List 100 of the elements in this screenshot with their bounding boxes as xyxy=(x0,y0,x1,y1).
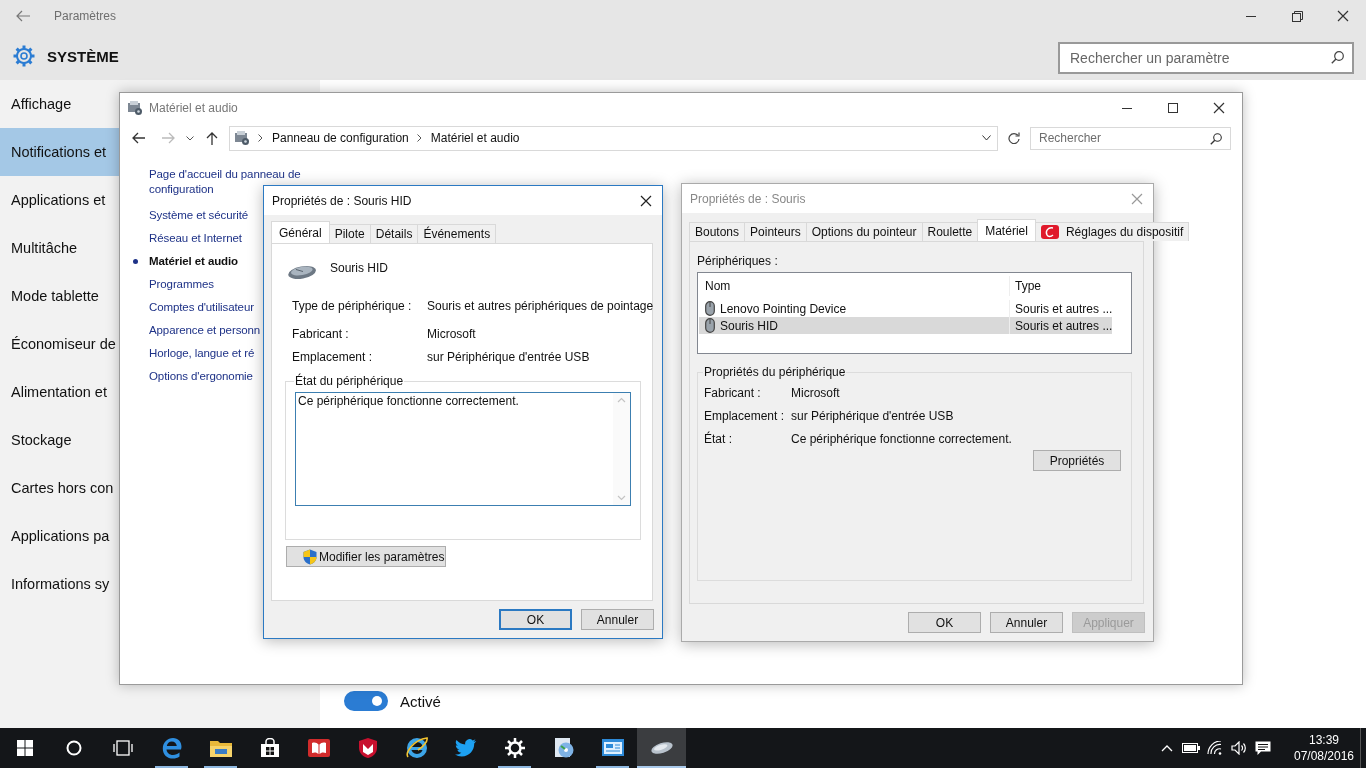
mouse-icon xyxy=(705,301,715,316)
address-bar[interactable]: Panneau de configuration Matériel et audio xyxy=(229,125,998,151)
bird-icon[interactable] xyxy=(454,739,477,757)
chevron-up-icon[interactable] xyxy=(1161,744,1173,752)
search-icon[interactable] xyxy=(1331,51,1344,64)
message-icon[interactable] xyxy=(1255,740,1271,756)
tab[interactable]: Événements xyxy=(417,224,497,243)
dialog-title: Propriétés de : Souris xyxy=(690,191,806,206)
task-view-icon[interactable] xyxy=(112,740,133,756)
search-field[interactable]: Rechercher un paramètre xyxy=(1058,42,1354,74)
property-label: Emplacement : xyxy=(704,408,786,423)
chevron-right-icon xyxy=(258,134,263,142)
section-title: SYSTÈME xyxy=(47,47,119,65)
toggle-label: Activé xyxy=(400,692,441,710)
folder-icon[interactable] xyxy=(208,738,233,758)
property-label: Type de périphérique : xyxy=(292,298,413,313)
breadcrumb-link[interactable]: Panneau de configuration xyxy=(272,131,409,145)
book-icon[interactable] xyxy=(307,738,330,758)
nav-link[interactable]: Horloge, langue et ré xyxy=(149,346,255,361)
sidebar-item[interactable]: Informations sy xyxy=(0,560,119,608)
device-name: Souris HID xyxy=(720,318,778,333)
property-label: Fabricant : xyxy=(292,326,350,341)
sidebar-item[interactable]: Cartes hors con xyxy=(0,464,119,512)
sidebar-item[interactable]: Multitâche xyxy=(0,224,119,272)
maximize-icon[interactable] xyxy=(1168,103,1178,113)
restore-icon[interactable] xyxy=(1291,10,1303,22)
shopping-bag-icon[interactable] xyxy=(259,738,280,758)
wifi-icon[interactable] xyxy=(1207,741,1223,755)
dialog-button[interactable]: Annuler xyxy=(581,609,654,630)
property-value: sur Périphérique d'entrée USB xyxy=(791,408,955,423)
sidebar-item[interactable]: Stockage xyxy=(0,416,119,464)
nav-link[interactable]: Apparence et personn xyxy=(149,323,261,338)
chevron-down-icon[interactable] xyxy=(186,135,194,141)
mouse-icon[interactable] xyxy=(649,741,674,755)
property-value: sur Périphérique d'entrée USB xyxy=(427,349,591,364)
property-label: Fabricant : xyxy=(704,385,762,400)
sidebar-item[interactable]: Applications et xyxy=(0,176,119,224)
close-icon[interactable] xyxy=(640,194,652,207)
time-text: 13:39 xyxy=(1309,732,1339,748)
sidebar-item[interactable]: Alimentation et xyxy=(0,368,119,416)
swirl-icon xyxy=(1040,225,1059,239)
device-name: Lenovo Pointing Device xyxy=(720,301,847,316)
browser-icon[interactable] xyxy=(404,737,429,759)
bullet-icon xyxy=(133,259,138,264)
breadcrumb-link[interactable]: Matériel et audio xyxy=(430,131,520,145)
list-label: Périphériques : xyxy=(697,254,779,268)
sidebar-item[interactable]: Mode tablette xyxy=(0,272,119,320)
browser-icon[interactable] xyxy=(160,737,183,759)
nav-link[interactable]: Programmes xyxy=(149,277,214,292)
windows-icon[interactable] xyxy=(16,740,33,756)
close-icon[interactable] xyxy=(1337,10,1349,22)
sidebar-item[interactable]: Affichage xyxy=(0,80,119,128)
sidebar-item[interactable]: Notifications et xyxy=(0,128,119,176)
disc-icon[interactable] xyxy=(552,737,575,759)
battery-icon[interactable] xyxy=(1182,743,1200,753)
tab[interactable]: Général xyxy=(271,221,330,243)
nav-link[interactable]: Comptes d'utilisateur xyxy=(149,300,254,315)
dialog-button[interactable]: OK xyxy=(499,609,572,630)
mouse-icon xyxy=(705,318,715,333)
property-value: Ce périphérique fonctionne correctement. xyxy=(791,431,1013,446)
search-icon[interactable] xyxy=(1210,132,1222,145)
properties-button[interactable]: Propriétés xyxy=(1033,450,1121,471)
search-icon[interactable] xyxy=(65,740,82,756)
nav-link[interactable]: Réseau et Internet xyxy=(149,231,242,246)
change-settings-button[interactable]: Modifier les paramètres xyxy=(286,546,446,567)
close-icon[interactable] xyxy=(1213,102,1225,114)
group-title: État du périphérique xyxy=(294,374,405,388)
taskbar-button[interactable] xyxy=(637,728,686,768)
property-value: Souris et autres périphériques de pointage xyxy=(427,298,654,313)
shield-icon[interactable] xyxy=(357,737,378,759)
property-label: Emplacement : xyxy=(292,349,374,364)
nav-link[interactable]: Système et sécurité xyxy=(149,208,249,223)
nav-link[interactable]: Options d'ergonomie xyxy=(149,369,253,384)
status-field[interactable]: Ce périphérique fonctionne correctement. xyxy=(295,392,631,506)
up-arrow-icon[interactable] xyxy=(206,131,218,145)
column-header[interactable]: Nom xyxy=(699,276,1010,296)
settings-icon[interactable] xyxy=(504,738,525,758)
back-arrow-icon[interactable] xyxy=(132,132,145,144)
nav-link[interactable]: Matériel et audio xyxy=(149,254,239,269)
settings-icon xyxy=(12,44,36,68)
chevron-right-icon xyxy=(416,134,422,142)
control-panel-icon xyxy=(234,130,250,146)
device-type: Souris et autres ... xyxy=(1014,317,1111,334)
column-header[interactable]: Type xyxy=(1010,276,1111,296)
date-text: 07/08/2016 xyxy=(1293,748,1355,764)
sidebar-item[interactable]: Applications pa xyxy=(0,512,119,560)
device-type: Souris et autres ... xyxy=(1014,300,1111,317)
list-row[interactable]: Souris HID Souris et autres ... xyxy=(699,317,1112,334)
speaker-icon[interactable] xyxy=(1230,741,1248,755)
mouse-icon xyxy=(287,264,317,280)
control-panel-icon xyxy=(127,100,143,116)
sidebar-item[interactable]: Économiseur de xyxy=(0,320,119,368)
refresh-icon[interactable] xyxy=(1008,132,1020,144)
shield-icon xyxy=(303,548,317,565)
toggle-switch[interactable] xyxy=(344,691,388,711)
chevron-down-icon[interactable] xyxy=(982,135,991,141)
property-value: Microsoft xyxy=(427,326,477,341)
device-name: Souris HID xyxy=(330,261,388,275)
window-title: Paramètres xyxy=(54,9,117,23)
window-icon[interactable] xyxy=(601,738,624,758)
